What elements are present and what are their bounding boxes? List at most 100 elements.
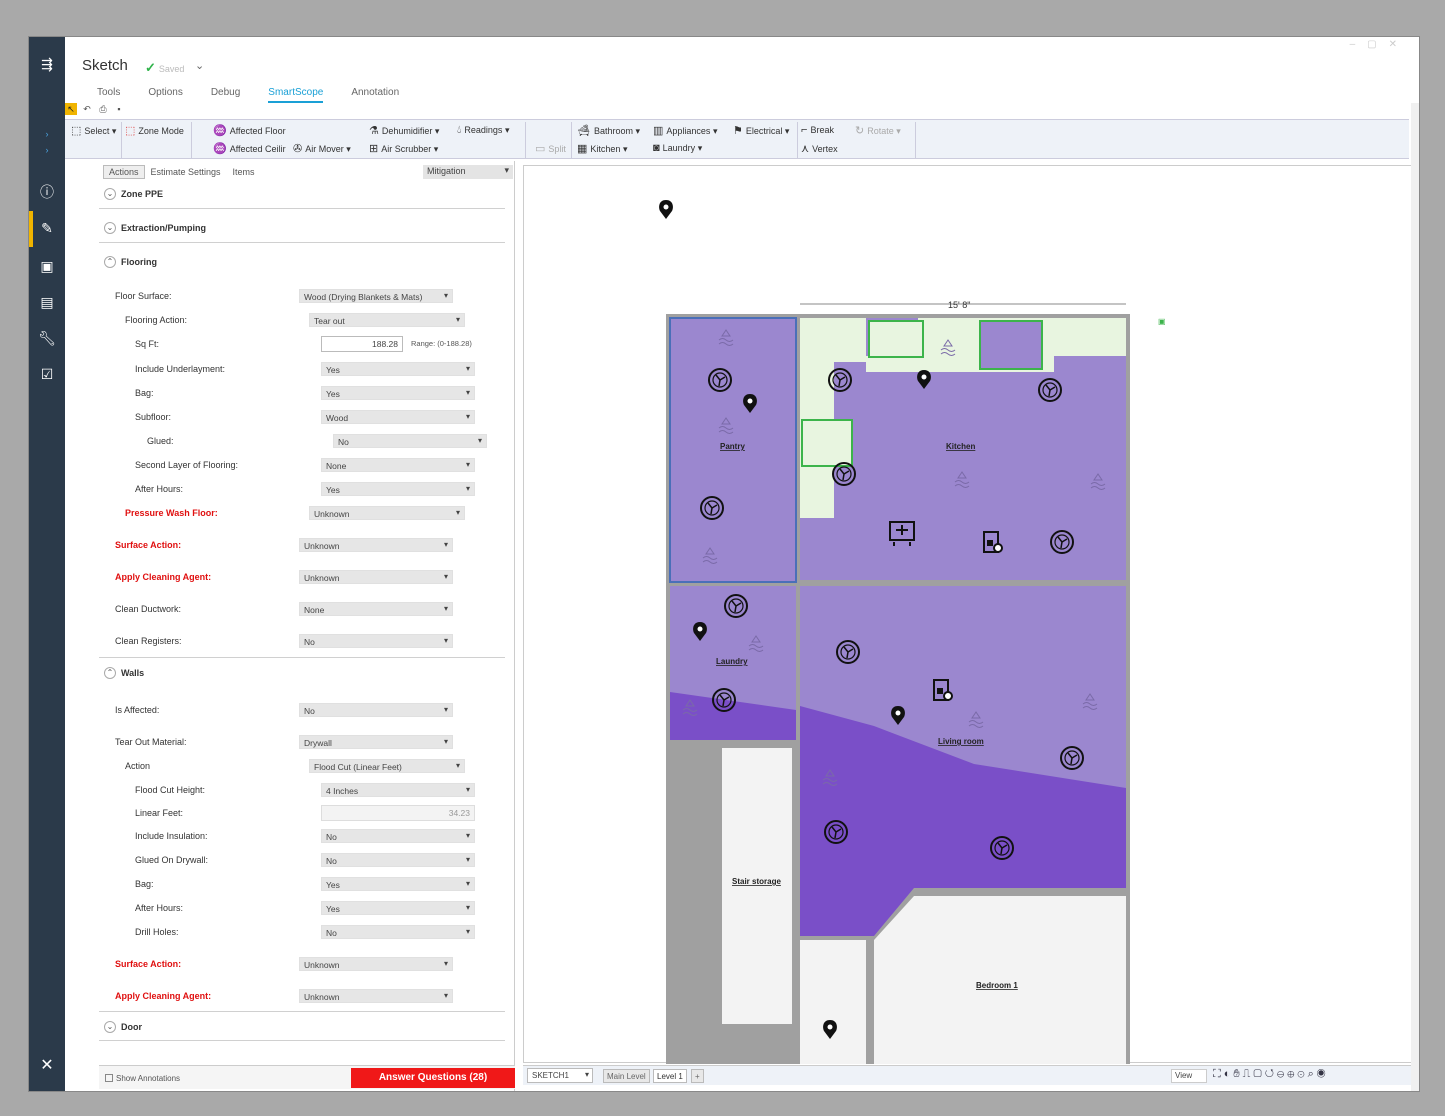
flooring-action-select[interactable]: Tear out: [309, 313, 465, 327]
affected-floor-button[interactable]: ♒ Affected Floor: [213, 124, 286, 137]
chevron-down-icon[interactable]: ⌄: [104, 222, 116, 234]
dehumidifier-button[interactable]: ⚗ Dehumidifier ▾: [369, 124, 439, 137]
window-scrollbar[interactable]: [1411, 103, 1419, 1091]
tab-level-1[interactable]: Level 1: [653, 1069, 687, 1083]
add-level-button[interactable]: +: [691, 1069, 704, 1083]
wall-action-select[interactable]: Flood Cut (Linear Feet): [309, 759, 465, 773]
wall-bag-select[interactable]: Yes: [321, 877, 475, 891]
wall-surface-action-select[interactable]: Unknown: [299, 957, 453, 971]
kitchen-stove[interactable]: [801, 419, 853, 467]
section-extraction[interactable]: ⌄ Extraction/Pumping: [99, 213, 505, 243]
underlayment-select[interactable]: Yes: [321, 362, 475, 376]
checkbox-icon[interactable]: [105, 1074, 113, 1082]
zoom-in-icon[interactable]: ⊕: [1287, 1068, 1297, 1080]
wall-cleaning-agent-select[interactable]: Unknown: [299, 989, 453, 1003]
room-hall[interactable]: [800, 940, 866, 1064]
settings-icon[interactable]: ◉: [1317, 1068, 1329, 1080]
chevron-down-icon[interactable]: ⌄: [195, 59, 204, 72]
collapse-icon[interactable]: ⇶: [38, 55, 56, 73]
chevron-down-icon[interactable]: ⌄: [104, 188, 116, 200]
subfloor-select[interactable]: Wood: [321, 410, 475, 424]
drill-holes-select[interactable]: No: [321, 925, 475, 939]
color-icon[interactable]: ◐: [1224, 1068, 1234, 1080]
readings-button[interactable]: 💧︎ Readings ▾: [457, 124, 509, 137]
sqft-input[interactable]: 188.28: [321, 336, 403, 352]
save-icon[interactable]: ▪: [113, 103, 125, 115]
print-icon[interactable]: ⎙: [97, 103, 109, 115]
bag-select[interactable]: Yes: [321, 386, 475, 400]
chevron-up-icon[interactable]: ⌃: [104, 256, 116, 268]
chevron-right-icon[interactable]: ›: [38, 141, 56, 159]
documents-icon[interactable]: ▤: [38, 293, 56, 311]
pan-icon[interactable]: ✋︎: [1233, 1068, 1242, 1080]
frame-icon[interactable]: ▢: [1253, 1068, 1264, 1080]
registers-select[interactable]: No: [299, 634, 453, 648]
sketch-pen-icon[interactable]: ✎: [38, 219, 56, 237]
undo-icon[interactable]: ↶: [81, 103, 93, 115]
moisture-pin-icon[interactable]: [659, 200, 673, 219]
ductwork-select[interactable]: None: [299, 602, 453, 616]
checklist-icon[interactable]: ☑: [38, 365, 56, 383]
glued-drywall-select[interactable]: No: [321, 853, 475, 867]
zoom-window-icon[interactable]: ⌕: [1308, 1068, 1317, 1080]
corner-handle-icon[interactable]: ▣: [1158, 317, 1166, 326]
close-icon[interactable]: ✕: [38, 1057, 56, 1075]
chevron-down-icon[interactable]: ⌄: [104, 1021, 116, 1033]
zoom-fit-icon[interactable]: ⊙: [1297, 1068, 1307, 1080]
tab-options[interactable]: Options: [148, 87, 182, 103]
mode-select[interactable]: Mitigation: [423, 165, 513, 179]
tab-debug[interactable]: Debug: [211, 87, 240, 103]
wall-after-hours-select[interactable]: Yes: [321, 901, 475, 915]
glued-select[interactable]: No: [333, 434, 487, 448]
info-icon[interactable]: ⓘ: [38, 183, 56, 201]
bathroom-button[interactable]: 🛁︎ Bathroom ▾: [577, 124, 640, 137]
cleaning-agent-select[interactable]: Unknown: [299, 570, 453, 584]
tab-estimate-settings[interactable]: Estimate Settings: [145, 165, 227, 179]
section-flooring[interactable]: ⌃ Flooring: [99, 247, 505, 277]
chevron-up-icon[interactable]: ⌃: [104, 667, 116, 679]
sheet-select[interactable]: SKETCH1: [527, 1068, 593, 1083]
pressure-wash-select[interactable]: Unknown: [309, 506, 465, 520]
tab-annotation[interactable]: Annotation: [351, 87, 399, 103]
break-button[interactable]: ⌐ Break: [801, 124, 834, 136]
photos-icon[interactable]: ▣: [38, 257, 56, 275]
floor-plan[interactable]: 15' 8" ▣ Pantry Kitchen Laundry Living r…: [524, 166, 1420, 1064]
measure-icon[interactable]: ⎍: [1243, 1068, 1254, 1080]
affected-ceiling-button[interactable]: ♒ Affected Ceilir: [213, 142, 286, 155]
flood-cut-height-select[interactable]: 4 Inches: [321, 783, 475, 797]
tab-actions[interactable]: Actions: [103, 165, 145, 179]
vertex-button[interactable]: ⋏ Vertex: [801, 142, 838, 155]
room-stair-storage[interactable]: [722, 748, 792, 1024]
air-scrubber-button[interactable]: ⊞ Air Scrubber ▾: [369, 142, 438, 155]
air-mover-button[interactable]: ✇ Air Mover ▾: [293, 142, 351, 155]
wrench-icon[interactable]: 🔧︎: [38, 329, 56, 347]
surface-action-select[interactable]: Unknown: [299, 538, 453, 552]
section-zone-ppe[interactable]: ⌄ Zone PPE: [99, 179, 505, 209]
zoom-out-icon[interactable]: ⊖: [1277, 1068, 1287, 1080]
kitchen-button[interactable]: ▦ Kitchen ▾: [577, 142, 627, 155]
after-hours-select[interactable]: Yes: [321, 482, 475, 496]
second-layer-select[interactable]: None: [321, 458, 475, 472]
rotate-view-icon[interactable]: ↺: [1265, 1068, 1277, 1080]
room-bedroom[interactable]: [874, 896, 1126, 1064]
sketch-canvas[interactable]: 15' 8" ▣ Pantry Kitchen Laundry Living r…: [523, 165, 1420, 1064]
tab-items[interactable]: Items: [227, 165, 261, 179]
view-select[interactable]: View: [1171, 1069, 1207, 1083]
window-controls[interactable]: –▢✕: [1350, 39, 1409, 50]
section-walls[interactable]: ⌃ Walls: [99, 657, 505, 687]
kitchen-sink[interactable]: [868, 320, 924, 358]
pointer-icon[interactable]: ↖: [65, 103, 77, 115]
split-button[interactable]: ▭ Split: [535, 142, 566, 155]
tab-smartscope[interactable]: SmartScope: [268, 87, 324, 103]
layer-icon[interactable]: ⛶: [1213, 1068, 1224, 1080]
is-affected-select[interactable]: No: [299, 703, 453, 717]
select-button[interactable]: ⬚ Select ▾: [71, 124, 116, 137]
laundry-button[interactable]: ◙ Laundry ▾: [653, 142, 702, 154]
insulation-select[interactable]: No: [321, 829, 475, 843]
electrical-button[interactable]: ⚑ Electrical ▾: [733, 124, 789, 137]
tab-tools[interactable]: Tools: [97, 87, 120, 103]
kitchen-appliance[interactable]: [979, 320, 1043, 370]
zone-mode-button[interactable]: ⬚ Zone Mode: [125, 124, 184, 137]
tab-main-level[interactable]: Main Level: [603, 1069, 650, 1083]
appliances-button[interactable]: ▥ Appliances ▾: [653, 124, 717, 137]
